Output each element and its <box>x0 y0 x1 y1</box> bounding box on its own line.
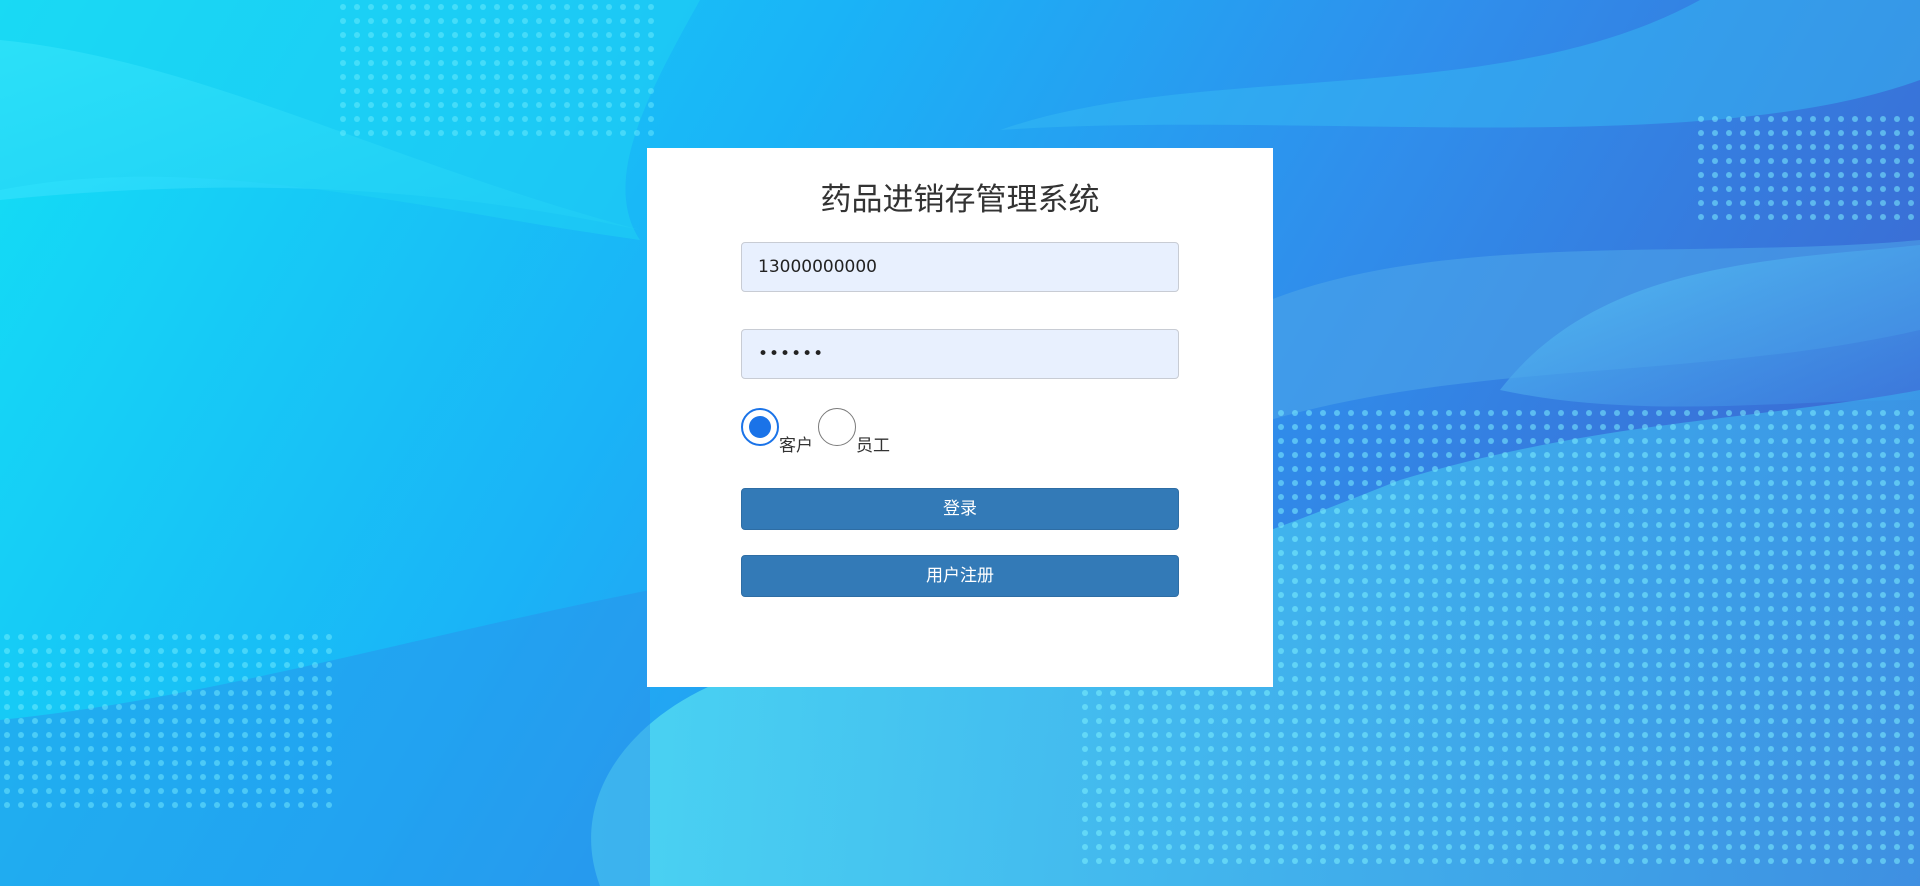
login-card: 药品进销存管理系统 客户 员工 登录 用户注册 <box>647 148 1273 687</box>
page-title: 药品进销存管理系统 <box>820 182 1100 218</box>
customer-radio-label: 客户 <box>779 436 813 456</box>
register-button[interactable]: 用户注册 <box>741 555 1179 597</box>
login-button[interactable]: 登录 <box>741 488 1179 530</box>
staff-radio-label: 员工 <box>856 436 890 456</box>
staff-radio[interactable] <box>818 408 856 446</box>
role-selector: 客户 员工 <box>741 408 1041 458</box>
username-input[interactable] <box>741 242 1179 292</box>
password-input[interactable] <box>741 329 1179 379</box>
customer-radio[interactable] <box>741 408 779 446</box>
